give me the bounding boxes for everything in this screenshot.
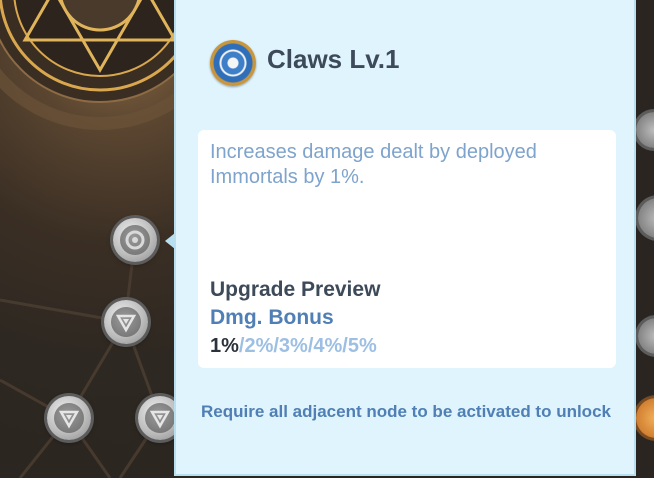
triangle-emblem-icon	[149, 410, 171, 429]
triangle-emblem-icon	[58, 410, 80, 429]
upcoming-level-values: /2%/3%/4%/5%	[238, 335, 377, 357]
skill-info-panel: Claws Lv.1 Increases damage dealt by dep…	[174, 0, 636, 476]
skill-node-locked[interactable]	[104, 300, 148, 344]
skill-title: Claws Lv.1	[267, 44, 400, 74]
bonus-label: Dmg. Bonus	[210, 306, 334, 329]
skill-node-locked[interactable]	[47, 396, 91, 440]
skill-tree-screen: Claws Lv.1 Increases damage dealt by dep…	[0, 0, 654, 478]
upgrade-preview-heading: Upgrade Preview	[210, 278, 381, 301]
triangle-emblem-icon	[115, 314, 137, 333]
level-values: 1%/2%/3%/4%/5%	[210, 335, 377, 358]
skill-details-card: Increases damage dealt by deployed Immor…	[198, 130, 616, 368]
skill-node-selected[interactable]	[113, 218, 157, 262]
target-icon	[125, 230, 145, 250]
skill-description: Increases damage dealt by deployed Immor…	[210, 141, 537, 188]
unlock-requirement: Require all adjacent node to be activate…	[201, 402, 611, 421]
claw-skill-icon	[210, 40, 256, 86]
current-level-value: 1%	[210, 335, 239, 357]
